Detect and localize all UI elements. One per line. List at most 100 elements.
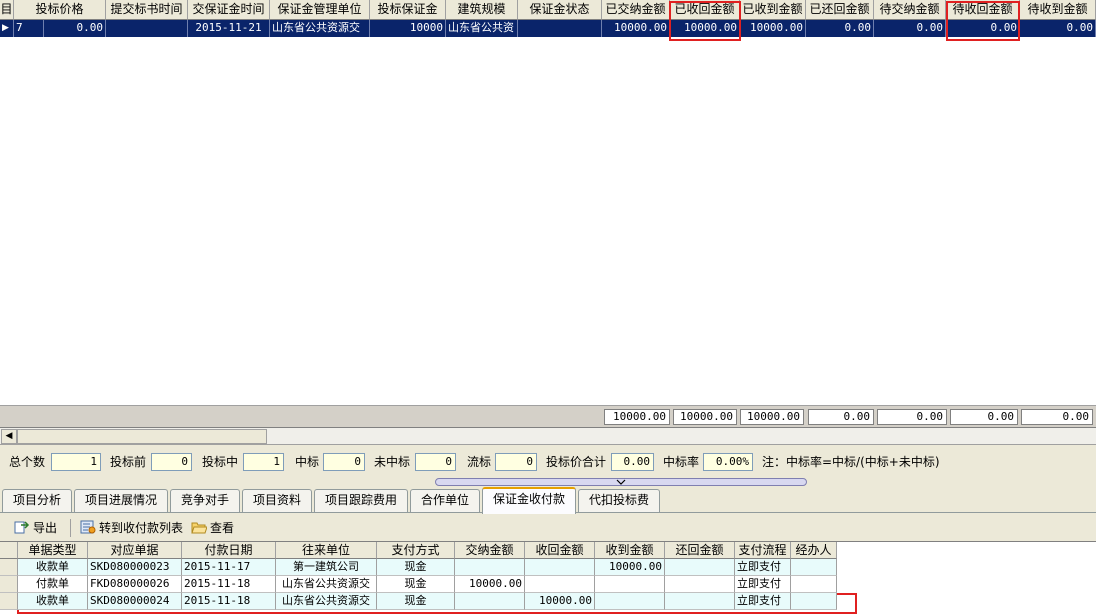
table-cell[interactable]: 山东省公共资源交 [276,576,377,593]
table-cell[interactable] [455,559,525,576]
grid-cell[interactable]: 山东省公共资源交 [270,20,370,37]
table-cell[interactable] [665,593,735,610]
export-button[interactable]: 导出 [14,518,57,538]
table-cell[interactable]: 现金 [377,593,455,610]
table-cell[interactable]: SKD080000023 [88,559,182,576]
row-indicator[interactable] [0,593,18,610]
table-cell[interactable]: 10000.00 [525,593,595,610]
tab-project-progress[interactable]: 项目进展情况 [74,489,168,512]
column-header[interactable]: 交纳金额 [455,542,525,559]
table-cell[interactable]: SKD080000024 [88,593,182,610]
grid-cell[interactable] [518,20,602,37]
table-cell[interactable] [791,576,837,593]
table-cell[interactable]: 10000.00 [455,576,525,593]
column-header[interactable]: 往来单位 [276,542,377,559]
tab-competitors[interactable]: 竞争对手 [170,489,240,512]
grid-cell[interactable]: 0.00 [1020,20,1096,37]
column-header[interactable]: 保证金管理单位 [270,0,370,20]
column-header[interactable]: 还回金额 [665,542,735,559]
stat-before-field[interactable]: 0 [151,453,192,471]
grid-cell[interactable]: 2015-11-21 [188,20,270,37]
tab-deposit-payments[interactable]: 保证金收付款 [482,487,576,514]
column-header[interactable]: 投标价格 [14,0,106,20]
column-header[interactable]: 收到金额 [595,542,665,559]
tab-project-docs[interactable]: 项目资料 [242,489,312,512]
table-cell[interactable]: 收款单 [18,593,88,610]
table-cell[interactable]: 立即支付 [735,576,791,593]
grid-cell[interactable]: 10000.00 [740,20,806,37]
stat-won-field[interactable]: 0 [323,453,365,471]
grid-cell[interactable]: 10000.00 [670,20,740,37]
table-cell[interactable]: 2015-11-18 [182,593,276,610]
column-header[interactable]: 已交纳金额 [602,0,670,20]
grid-cell[interactable]: 10000.00 [602,20,670,37]
table-cell[interactable] [665,559,735,576]
table-cell[interactable]: 第一建筑公司 [276,559,377,576]
table-cell[interactable] [525,559,595,576]
column-header[interactable]: 投标保证金 [370,0,446,20]
tab-partners[interactable]: 合作单位 [410,489,480,512]
table-cell[interactable]: 付款单 [18,576,88,593]
row-indicator[interactable] [0,576,18,593]
column-header[interactable]: 保证金状态 [518,0,602,20]
table-cell[interactable]: 10000.00 [595,559,665,576]
payment-records-grid[interactable]: 单据类型 对应单据 付款日期 往来单位 支付方式 交纳金额 收回金额 收到金额 … [0,541,1096,615]
table-cell[interactable]: 山东省公共资源交 [276,593,377,610]
stat-lost-field[interactable]: 0 [415,453,456,471]
column-header[interactable]: 单据类型 [18,542,88,559]
grid-cell[interactable]: 0.00 [806,20,874,37]
grid-cell[interactable]: 0.00 [44,20,106,37]
table-cell[interactable] [595,593,665,610]
column-header[interactable]: 交保证金时间 [188,0,270,20]
table-cell[interactable]: 2015-11-18 [182,576,276,593]
grid-cell[interactable]: 10000 [370,20,446,37]
table-cell[interactable] [791,593,837,610]
grid-cell[interactable]: 山东省公共资 [446,20,518,37]
table-cell[interactable]: 现金 [377,576,455,593]
tab-bid-fee-deduction[interactable]: 代扣投标费 [578,489,660,512]
row-indicator[interactable]: ▶ [0,20,14,37]
column-header[interactable]: 经办人 [791,542,837,559]
table-cell[interactable]: 收款单 [18,559,88,576]
table-cell[interactable] [595,576,665,593]
table-cell[interactable]: 立即支付 [735,593,791,610]
column-header[interactable]: 待交纳金额 [874,0,946,20]
view-button[interactable]: 查看 [191,518,234,538]
grid-cell[interactable]: 0.00 [946,20,1020,37]
horizontal-scrollbar[interactable]: ◀ [0,428,1096,445]
column-header[interactable]: 支付方式 [377,542,455,559]
splitter-handle[interactable] [435,478,807,486]
table-cell[interactable]: 2015-11-17 [182,559,276,576]
stat-failed-field[interactable]: 0 [495,453,537,471]
table-cell[interactable] [791,559,837,576]
stat-bid-total-field[interactable]: 0.00 [611,453,654,471]
table-cell[interactable]: FKD080000026 [88,576,182,593]
column-header[interactable]: 付款日期 [182,542,276,559]
deposit-grid[interactable]: 目 投标价格 提交标书时间 交保证金时间 保证金管理单位 投标保证金 建筑规模 … [0,0,1096,428]
column-header[interactable]: 目 [0,0,14,20]
column-header[interactable]: 待收回金额 [946,0,1020,20]
to-payment-list-button[interactable]: 转到收付款列表 [80,518,183,538]
stat-win-rate-field[interactable]: 0.00% [703,453,753,471]
row-indicator[interactable] [0,559,18,576]
table-cell[interactable]: 现金 [377,559,455,576]
grid-cell[interactable] [106,20,188,37]
table-cell[interactable]: 立即支付 [735,559,791,576]
column-header[interactable]: 提交标书时间 [106,0,188,20]
stat-during-field[interactable]: 1 [243,453,284,471]
grid-cell[interactable]: 0.00 [874,20,946,37]
tab-tracking-costs[interactable]: 项目跟踪费用 [314,489,408,512]
column-header[interactable]: 待收到金额 [1020,0,1096,20]
column-header[interactable]: 已还回金额 [806,0,874,20]
column-header[interactable]: 建筑规模 [446,0,518,20]
column-header[interactable]: 支付流程 [735,542,791,559]
column-header[interactable]: 收回金额 [525,542,595,559]
column-header[interactable]: 对应单据 [88,542,182,559]
scroll-left-button[interactable]: ◀ [1,429,17,444]
table-cell[interactable] [525,576,595,593]
grid-cell[interactable]: 7 [14,20,44,37]
tab-project-analysis[interactable]: 项目分析 [2,489,72,512]
column-header[interactable]: 已收回金额 [670,0,740,20]
table-cell[interactable] [455,593,525,610]
scroll-thumb[interactable] [17,429,267,444]
